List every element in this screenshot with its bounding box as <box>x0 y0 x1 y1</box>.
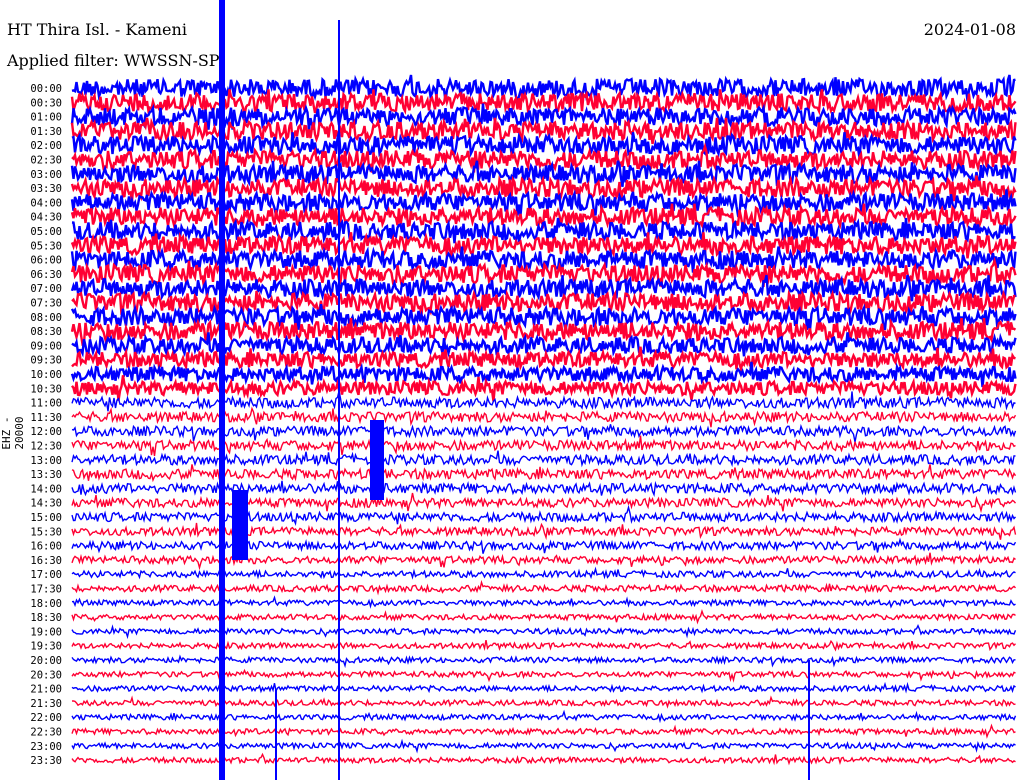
tick-label: 09:30 <box>30 355 62 367</box>
tick-label: 12:00 <box>30 426 62 438</box>
trace-2030 <box>71 668 1016 683</box>
tick-label: 20:30 <box>30 669 62 681</box>
trace-2330 <box>71 752 1016 766</box>
tick-label: 08:30 <box>30 326 62 338</box>
tick-label: 14:30 <box>30 498 62 510</box>
trace-1330 <box>71 464 1017 483</box>
tick-label: 15:00 <box>30 512 62 524</box>
trace-1830 <box>71 609 1016 625</box>
trace-1430 <box>71 492 1017 514</box>
tick-label: 23:30 <box>30 755 62 767</box>
trace-2130 <box>71 695 1016 709</box>
tick-label: 00:30 <box>30 97 62 109</box>
helicorder-plot: 00:00 00:30 01:00 01:30 02:00 02:30 03:00 03:30… <box>30 0 1017 780</box>
tick-label: 10:00 <box>30 369 62 381</box>
tick-label: 17:00 <box>30 569 62 581</box>
trace-2300 <box>71 738 1016 754</box>
tick-label: 03:00 <box>30 169 62 181</box>
trace-1730 <box>71 579 1016 596</box>
tick-label: 04:00 <box>30 197 62 209</box>
tick-label: 21:30 <box>30 698 62 710</box>
tick-label: 06:00 <box>30 255 62 267</box>
tick-label: 08:00 <box>30 312 62 324</box>
seismic-event-mark <box>808 660 810 780</box>
tick-label: 20:00 <box>30 655 62 667</box>
tick-label: 07:00 <box>30 283 62 295</box>
trace-1300 <box>71 450 1016 468</box>
tick-label: 17:30 <box>30 584 62 596</box>
seismic-event-mark <box>219 0 225 780</box>
tick-label: 18:00 <box>30 598 62 610</box>
tick-label: 00:00 <box>30 83 62 95</box>
seismic-event-mark <box>338 20 340 780</box>
tick-label: 21:00 <box>30 684 62 696</box>
tick-label: 18:30 <box>30 612 62 624</box>
tick-label: 19:00 <box>30 626 62 638</box>
tick-label: 03:30 <box>30 183 62 195</box>
trace-2200 <box>71 709 1017 724</box>
tick-label: 13:30 <box>30 469 62 481</box>
tick-label: 05:00 <box>30 226 62 238</box>
tick-label: 02:30 <box>30 155 62 167</box>
tick-label: 13:00 <box>30 455 62 467</box>
trace-2230 <box>71 723 1016 739</box>
tick-label: 05:30 <box>30 240 62 252</box>
tick-label: 22:00 <box>30 712 62 724</box>
trace-2100 <box>71 681 1016 694</box>
trace-1900 <box>71 624 1017 640</box>
tick-label: 01:30 <box>30 126 62 138</box>
trace-1030 <box>71 375 1017 402</box>
trace-1230 <box>71 435 1016 457</box>
seismic-event-mark <box>232 490 248 560</box>
tick-label: 16:30 <box>30 555 62 567</box>
trace-1100 <box>71 390 1016 412</box>
seismic-event-mark <box>370 420 384 500</box>
trace-1500 <box>71 504 1017 526</box>
tick-label: 11:00 <box>30 398 62 410</box>
tick-label: 04:30 <box>30 212 62 224</box>
tick-label: 19:30 <box>30 641 62 653</box>
trace-1700 <box>71 566 1016 580</box>
tick-label: 10:30 <box>30 383 62 395</box>
seismic-event-mark <box>275 690 277 780</box>
trace-1930 <box>71 639 1017 652</box>
trace-1800 <box>71 595 1016 609</box>
trace-1130 <box>71 406 1017 428</box>
tick-label: 11:30 <box>30 412 62 424</box>
tick-label: 15:30 <box>30 526 62 538</box>
tick-label: 07:30 <box>30 298 62 310</box>
trace-1400 <box>71 480 1017 498</box>
tick-label: 09:00 <box>30 340 62 352</box>
tick-label: 02:00 <box>30 140 62 152</box>
tick-label: 23:00 <box>30 741 62 753</box>
tick-label: 22:30 <box>30 727 62 739</box>
trace-1630 <box>71 552 1016 571</box>
trace-1600 <box>71 537 1017 554</box>
tick-label: 16:00 <box>30 541 62 553</box>
trace-1200 <box>71 423 1017 443</box>
tick-label: 06:30 <box>30 269 62 281</box>
tick-label: 14:00 <box>30 483 62 495</box>
tick-label: 12:30 <box>30 441 62 453</box>
tick-label: 01:00 <box>30 112 62 124</box>
trace-2000 <box>71 654 1016 669</box>
trace-1530 <box>71 522 1017 541</box>
trace-0800 <box>70 303 1017 331</box>
